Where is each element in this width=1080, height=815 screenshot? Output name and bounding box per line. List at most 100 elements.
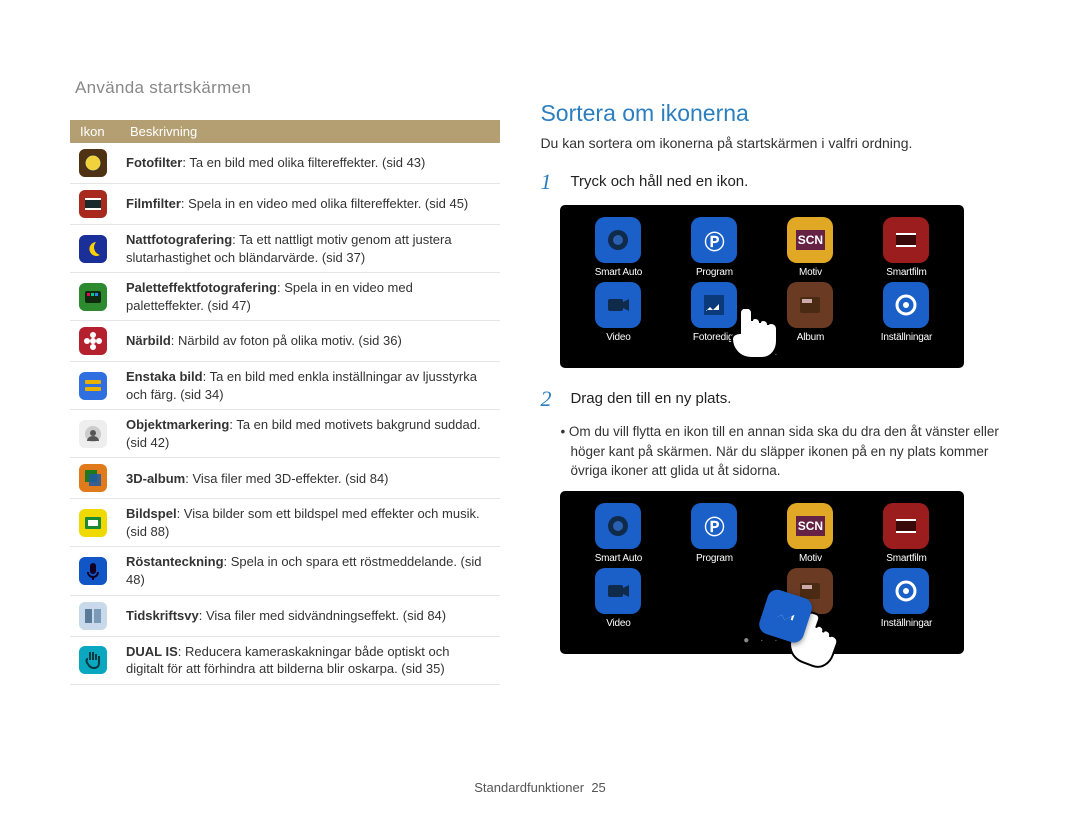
app-icon (595, 503, 641, 549)
app-label: Program (674, 553, 754, 564)
feature-desc: Tidskriftsvy: Visa filer med sidvändning… (120, 595, 500, 636)
footer-section: Standardfunktioner (474, 780, 584, 795)
app-icon: Ⓟ (691, 503, 737, 549)
app-icon (883, 217, 929, 263)
feature-title: Närbild (126, 333, 171, 348)
home-app-cell[interactable]: Ⓟ Program (674, 217, 754, 278)
feature-title: Filmfilter (126, 196, 181, 211)
feature-desc: Närbild: Närbild av foton på olika motiv… (120, 321, 500, 362)
feature-icon (79, 557, 107, 585)
feature-table: Ikon Beskrivning Fotofilter: Ta en bild … (70, 120, 500, 685)
home-app-cell[interactable]: Video (578, 568, 658, 629)
feature-text: : Ta en bild med olika filtereffekter. (… (182, 155, 425, 170)
feature-title: Fotofilter (126, 155, 182, 170)
home-app-cell[interactable] (674, 568, 754, 629)
home-app-cell[interactable]: Inställningar (866, 568, 946, 629)
app-icon: SCN (787, 503, 833, 549)
app-label: Program (674, 267, 754, 278)
page-body: Ikon Beskrivning Fotofilter: Ta en bild … (0, 0, 1080, 715)
app-icon (595, 282, 641, 328)
step-2-bullet: Om du vill flytta en ikon till en annan … (570, 422, 1010, 481)
feature-row: Filmfilter: Spela in en video med olika … (70, 184, 500, 225)
feature-title: Bildspel (126, 506, 177, 521)
app-label: Smart Auto (578, 267, 658, 278)
app-icon (883, 568, 929, 614)
feature-desc: Enstaka bild: Ta en bild med enkla instä… (120, 362, 500, 410)
home-grid-2: Smart Auto Ⓟ Program SCN Motiv Smartfilm Video… (560, 491, 964, 654)
app-label: Motiv (770, 553, 850, 564)
feature-text: : Visa bilder som ett bildspel med effek… (126, 506, 480, 539)
footer: Standardfunktioner 25 (0, 780, 1080, 795)
feature-title: Tidskriftsvy (126, 608, 199, 623)
feature-row: Enstaka bild: Ta en bild med enkla instä… (70, 362, 500, 410)
step-1: 1 Tryck och håll ned en ikon. (540, 169, 1010, 195)
th-ikon: Ikon (70, 120, 120, 143)
feature-text: : Visa filer med 3D-effekter. (sid 84) (185, 471, 388, 486)
feature-icon (79, 602, 107, 630)
feature-icon (79, 372, 107, 400)
home-app-cell[interactable]: Smart Auto (578, 217, 658, 278)
app-icon (787, 282, 833, 328)
feature-icon (79, 283, 107, 311)
feature-desc: Röstanteckning: Spela in och spara ett r… (120, 547, 500, 595)
footer-page: 25 (591, 780, 605, 795)
feature-desc: Paletteffektfotografering: Spela in en v… (120, 273, 500, 321)
app-icon: Ⓟ (691, 217, 737, 263)
section-title: Sortera om ikonerna (540, 100, 1010, 127)
feature-desc: 3D-album: Visa filer med 3D-effekter. (s… (120, 458, 500, 499)
home-app-cell[interactable]: Album (770, 282, 850, 343)
feature-row: DUAL IS: Reducera kameraskakningar både … (70, 636, 500, 684)
feature-icon (79, 420, 107, 448)
step-2-text: Drag den till en ny plats. (570, 386, 731, 412)
home-app-cell[interactable]: Video (578, 282, 658, 343)
feature-row: Paletteffektfotografering: Spela in en v… (70, 273, 500, 321)
home-app-cell[interactable]: Ⓟ Program (674, 503, 754, 564)
step-1-num: 1 (540, 169, 560, 195)
app-label: Video (578, 332, 658, 343)
feature-title: Röstanteckning (126, 554, 224, 569)
section-intro: Du kan sortera om ikonerna på startskärm… (540, 135, 1010, 151)
feature-row: Tidskriftsvy: Visa filer med sidvändning… (70, 595, 500, 636)
feature-row: Närbild: Närbild av foton på olika motiv… (70, 321, 500, 362)
home-app-cell[interactable]: Smartfilm (866, 503, 946, 564)
feature-desc: Bildspel: Visa bilder som ett bildspel m… (120, 499, 500, 547)
home-app-cell[interactable]: SCNMotiv (770, 217, 850, 278)
app-label: Inställningar (866, 618, 946, 629)
feature-text: : Visa filer med sidvändningseffekt. (si… (199, 608, 446, 623)
home-app-cell[interactable]: SCN Motiv (770, 503, 850, 564)
feature-row: Fotofilter: Ta en bild med olika filtere… (70, 143, 500, 184)
feature-desc: Objektmarkering: Ta en bild med motivets… (120, 410, 500, 458)
th-beskrivning: Beskrivning (120, 120, 500, 143)
step-2: 2 Drag den till en ny plats. (540, 386, 1010, 412)
app-icon (595, 568, 641, 614)
app-label: Video (578, 618, 658, 629)
feature-title: 3D-album (126, 471, 185, 486)
home-app-cell[interactable]: Inställningar (866, 282, 946, 343)
feature-row: Nattfotografering: Ta ett nattligt motiv… (70, 225, 500, 273)
feature-icon (79, 149, 107, 177)
feature-row: Bildspel: Visa bilder som ett bildspel m… (70, 499, 500, 547)
app-icon (595, 217, 641, 263)
feature-text: : Spela in en video med olika filtereffe… (181, 196, 468, 211)
step-2-num: 2 (540, 386, 560, 412)
feature-title: Enstaka bild (126, 369, 203, 384)
app-label: Motiv (770, 267, 850, 278)
app-label: Inställningar (866, 332, 946, 343)
feature-icon (79, 327, 107, 355)
app-icon (883, 503, 929, 549)
feature-icon (79, 235, 107, 263)
step-1-text: Tryck och håll ned en ikon. (570, 169, 748, 195)
feature-text: : Närbild av foton på olika motiv. (sid … (171, 333, 402, 348)
home-grid-1: Smart Auto Ⓟ Program SCNMotiv Smartfilm Video… (560, 205, 964, 368)
home-app-cell[interactable]: Smartfilm (866, 217, 946, 278)
app-label: Smart Auto (578, 553, 658, 564)
feature-icon (79, 464, 107, 492)
right-column: Sortera om ikonerna Du kan sortera om ik… (540, 100, 1010, 685)
feature-icon (79, 190, 107, 218)
feature-title: Objektmarkering (126, 417, 229, 432)
hand-cursor-1 (722, 303, 782, 363)
app-icon (883, 282, 929, 328)
feature-row: Röstanteckning: Spela in och spara ett r… (70, 547, 500, 595)
feature-title: Paletteffektfotografering (126, 280, 277, 295)
home-app-cell[interactable]: Smart Auto (578, 503, 658, 564)
